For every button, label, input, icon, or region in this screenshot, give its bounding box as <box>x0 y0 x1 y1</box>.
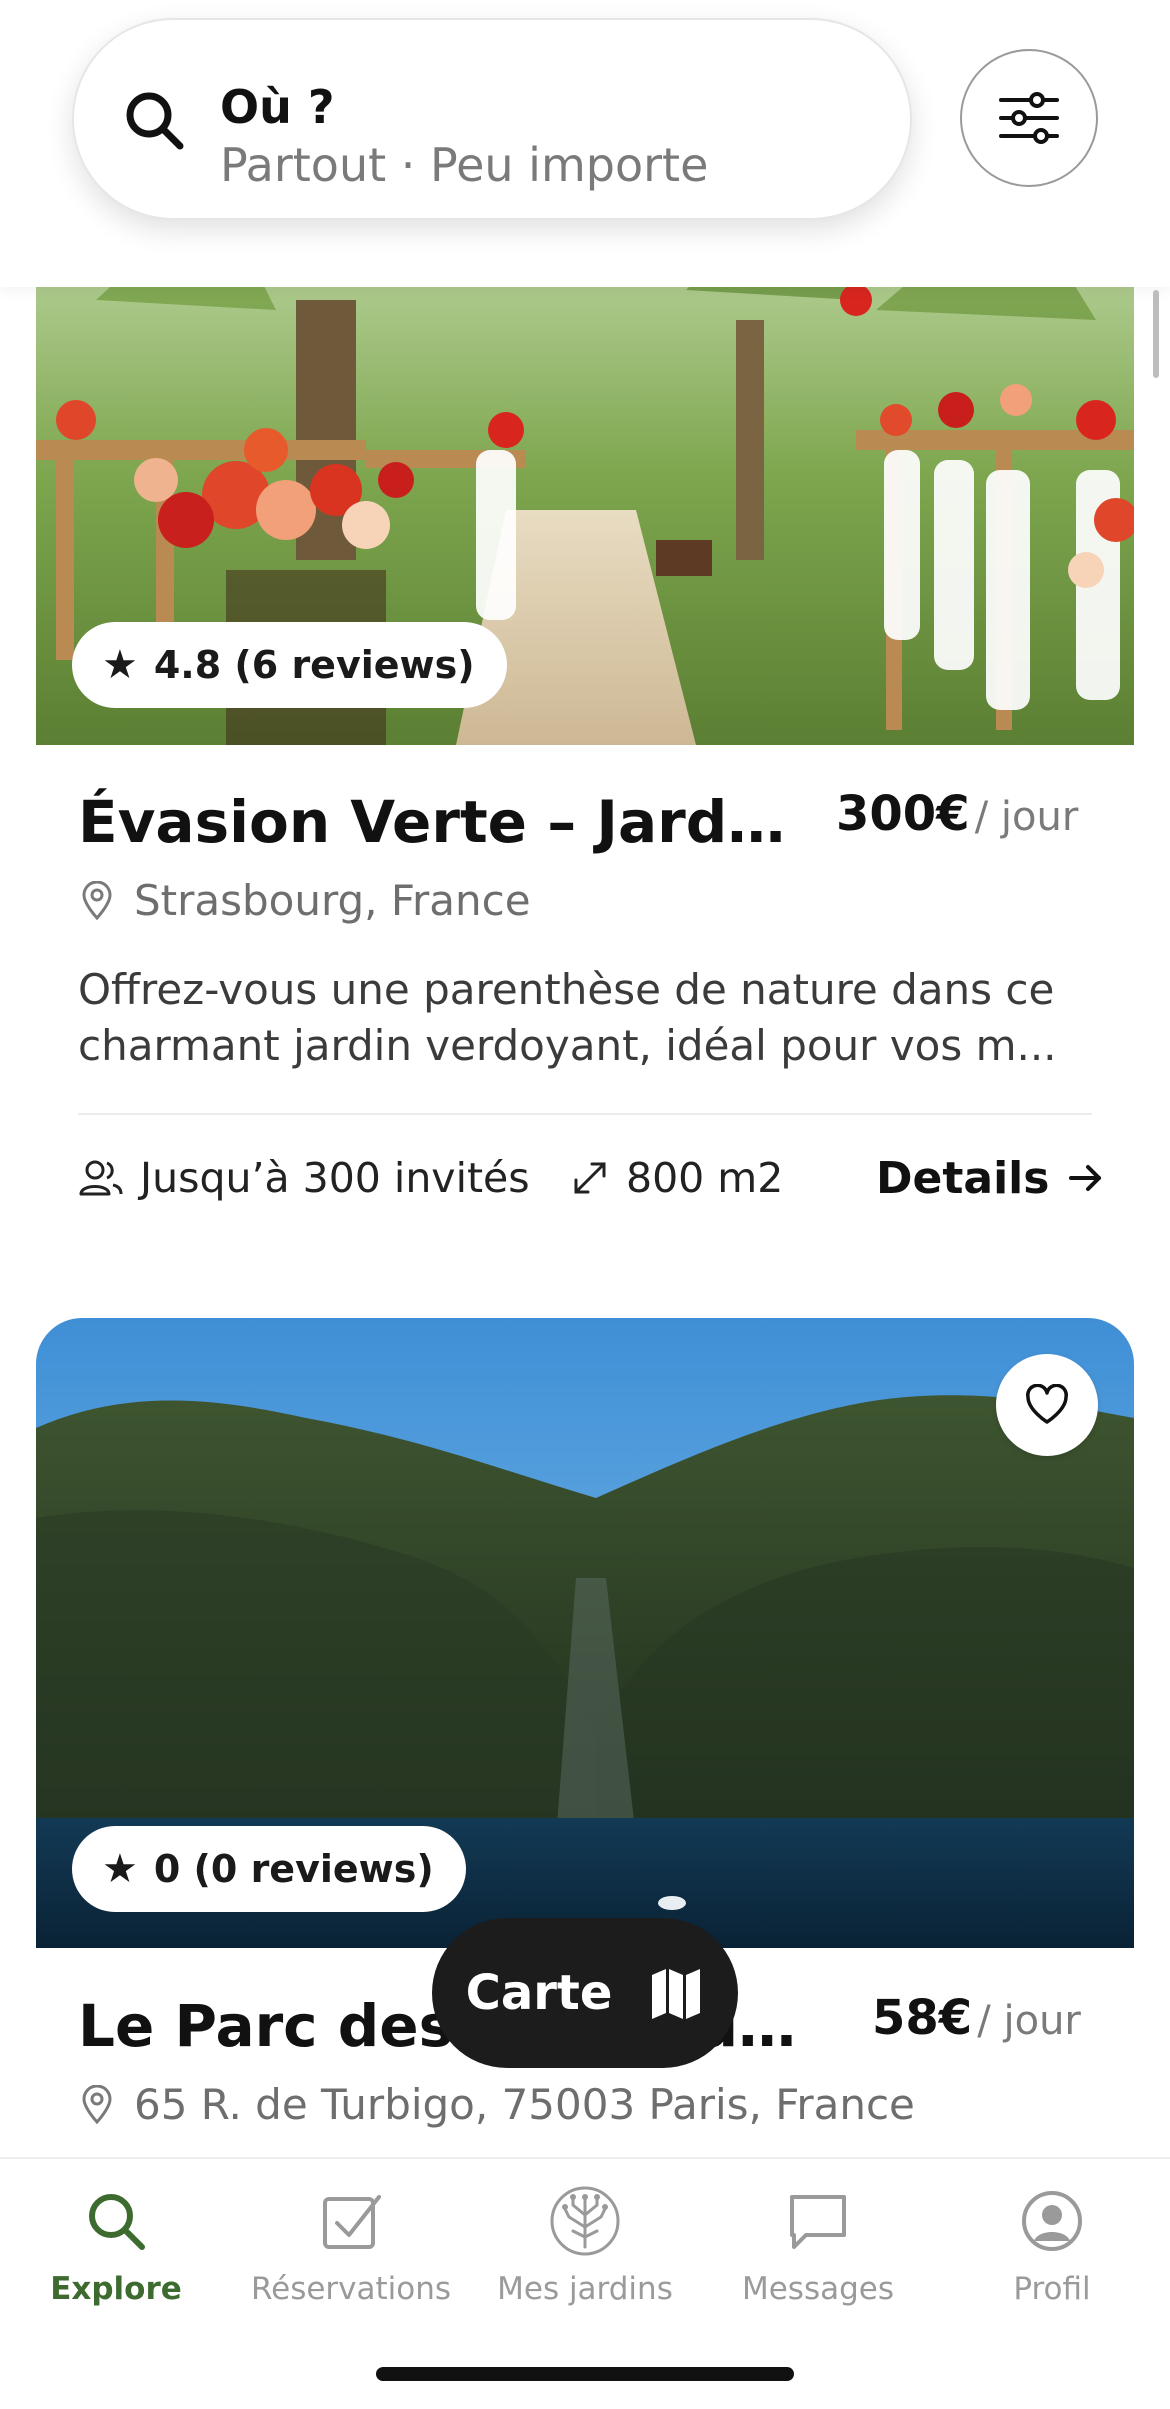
nav-item-messages[interactable]: Messages <box>703 2185 933 2307</box>
nav-label: Réservations <box>250 2271 452 2307</box>
star-icon: ★ <box>102 642 138 688</box>
star-icon: ★ <box>102 1846 138 1892</box>
location-pin-icon <box>82 2084 112 2124</box>
location-pin-icon <box>82 880 112 920</box>
area-size: 800 m2 <box>570 1148 783 1208</box>
expand-arrows-icon <box>574 1162 606 1194</box>
map-button-label: Carte <box>465 1965 613 2021</box>
nav-label: Messages <box>741 2271 895 2307</box>
location-text: Strasbourg, France <box>134 876 531 925</box>
search-icon <box>89 2194 145 2250</box>
price-amount: 58€ <box>872 1990 973 2046</box>
search-bar[interactable]: Où ? Partout · Peu importe <box>72 18 912 220</box>
nav-item-reservations[interactable]: Réservations <box>236 2185 466 2307</box>
nav-item-profil[interactable]: Profil <box>937 2185 1167 2307</box>
description-line: charmant jardin verdoyant, idéal pour vo… <box>78 1021 1057 1070</box>
divider <box>78 1113 1092 1115</box>
tree-icon <box>550 2186 620 2256</box>
price-amount: 300€ <box>836 786 970 842</box>
map-button[interactable]: Carte <box>432 1918 738 2068</box>
description-line: Offrez-vous une parenthèse de nature dan… <box>78 965 1055 1014</box>
details-label: Details <box>876 1152 1050 1204</box>
listing-location: 65 R. de Turbigo, 75003 Paris, France <box>80 2080 915 2129</box>
price-unit: / jour <box>977 1998 1081 2044</box>
listing-description: Offrez-vous une parenthèse de nature dan… <box>78 962 1088 1074</box>
search-icon <box>126 92 184 150</box>
area-size-text: 800 m2 <box>626 1154 784 1202</box>
sliders-icon <box>999 92 1059 144</box>
users-icon <box>79 1160 123 1196</box>
map-icon <box>652 1969 701 2019</box>
search-title: Où ? <box>220 80 335 134</box>
favorite-button[interactable] <box>996 1354 1098 1456</box>
search-subtitle: Partout · Peu importe <box>220 138 709 192</box>
rating-badge: ★ 0 (0 reviews) <box>72 1826 466 1912</box>
listing-title[interactable]: Évasion Verte – Jardi... <box>78 788 790 856</box>
rating-badge: ★ 4.8 (6 reviews) <box>72 622 507 708</box>
top-header: Où ? Partout · Peu importe <box>0 0 1170 287</box>
rating-text: 4.8 (6 reviews) <box>153 643 475 687</box>
chat-icon <box>790 2195 846 2249</box>
nav-item-mes-jardins[interactable]: Mes jardins <box>470 2185 700 2307</box>
listing-price: 58€ / jour <box>872 1990 1081 2046</box>
price-unit: / jour <box>974 794 1079 840</box>
nav-label: Mes jardins <box>497 2271 673 2307</box>
nav-label: Explore <box>50 2271 182 2307</box>
guest-capacity-text: Jusqu’à 300 invités <box>140 1154 530 1202</box>
filter-button[interactable] <box>960 49 1098 187</box>
user-icon <box>1022 2191 1082 2251</box>
location-text: 65 R. de Turbigo, 75003 Paris, France <box>134 2080 915 2129</box>
heart-icon <box>1026 1384 1068 1424</box>
arrow-right-icon <box>1069 1165 1102 1191</box>
listing-location: Strasbourg, France <box>80 876 531 925</box>
home-indicator[interactable] <box>376 2367 794 2381</box>
listing-price: 300€ / jour <box>836 786 1078 842</box>
guest-capacity: Jusqu’à 300 invités <box>78 1148 530 1208</box>
details-link[interactable]: Details <box>876 1148 1105 1208</box>
nav-label: Profil <box>1013 2271 1091 2307</box>
nav-item-explore[interactable]: Explore <box>1 2185 231 2307</box>
scroll-indicator[interactable] <box>1153 290 1159 378</box>
rating-text: 0 (0 reviews) <box>153 1847 434 1891</box>
checkbox-icon <box>323 2195 381 2249</box>
